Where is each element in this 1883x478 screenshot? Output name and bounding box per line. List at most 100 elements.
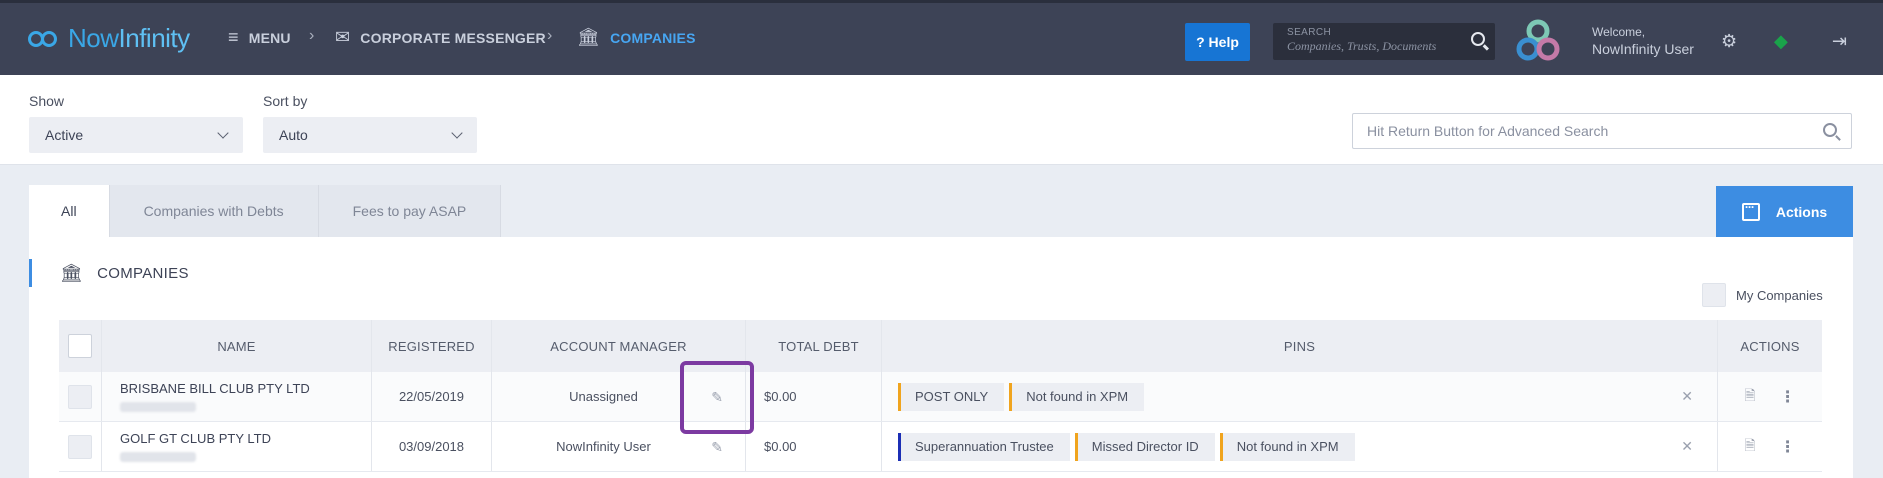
companies-table: NAME REGISTERED ACCOUNT MANAGER TOTAL DE… bbox=[59, 320, 1822, 472]
pin-badge[interactable]: Not found in XPM bbox=[1009, 382, 1145, 411]
select-all-cell bbox=[59, 320, 102, 372]
breadcrumb-companies[interactable]: 🏛 COMPANIES bbox=[577, 27, 696, 48]
table-row[interactable]: GOLF GT CLUB PTY LTD 03/09/2018 NowInfin… bbox=[59, 422, 1822, 472]
pins-cell: POST ONLY Not found in XPM ✕ bbox=[882, 372, 1718, 421]
advanced-search-placeholder: Hit Return Button for Advanced Search bbox=[1367, 123, 1609, 139]
pin-badge[interactable]: Missed Director ID bbox=[1074, 432, 1215, 461]
unpin-icon[interactable]: ✕ bbox=[1681, 438, 1693, 455]
user-settings-icon[interactable]: ⚙ bbox=[1721, 31, 1737, 52]
nowinfinity-logo[interactable]: NowInfinity bbox=[28, 23, 190, 54]
breadcrumb-chevron-icon: › bbox=[547, 27, 553, 44]
tab-fees-to-pay-asap[interactable]: Fees to pay ASAP bbox=[318, 185, 502, 237]
registered-date: 03/09/2018 bbox=[372, 422, 492, 471]
redacted-subtext bbox=[120, 402, 196, 412]
sort-select[interactable]: Auto bbox=[263, 117, 477, 153]
sort-value: Auto bbox=[279, 127, 308, 143]
tab-companies-with-debts[interactable]: Companies with Debts bbox=[109, 185, 319, 237]
my-companies-label: My Companies bbox=[1736, 287, 1823, 303]
pin-badge[interactable]: POST ONLY bbox=[898, 382, 1005, 411]
hamburger-icon: ≡ bbox=[228, 27, 239, 47]
search-placeholder: Companies, Trusts, Documents bbox=[1287, 39, 1437, 53]
table-header: NAME REGISTERED ACCOUNT MANAGER TOTAL DE… bbox=[59, 320, 1822, 372]
actions-button[interactable]: Actions bbox=[1716, 186, 1853, 237]
more-icon bbox=[1741, 200, 1760, 221]
chevron-down-icon bbox=[451, 127, 463, 139]
global-search-input[interactable]: SEARCH Companies, Trusts, Documents bbox=[1273, 23, 1495, 60]
show-label: Show bbox=[29, 93, 65, 109]
column-header-registered[interactable]: REGISTERED bbox=[372, 320, 492, 372]
registered-date: 22/05/2019 bbox=[372, 372, 492, 421]
breadcrumb-corporate-messenger[interactable]: ✉ CORPORATE MESSENGER bbox=[335, 27, 546, 48]
search-icon[interactable] bbox=[1471, 32, 1485, 46]
sort-label: Sort by bbox=[263, 93, 308, 109]
highlight-box bbox=[680, 361, 754, 434]
redacted-subtext bbox=[120, 452, 196, 462]
tab-all[interactable]: All bbox=[29, 185, 110, 237]
show-select[interactable]: Active bbox=[29, 117, 243, 153]
column-header-name[interactable]: NAME bbox=[102, 320, 372, 372]
row-select-cell bbox=[59, 422, 102, 471]
view-document-icon[interactable]: 🗎 bbox=[1744, 385, 1755, 409]
total-debt-cell: $0.00 bbox=[746, 372, 882, 421]
advanced-search-input[interactable]: Hit Return Button for Advanced Search bbox=[1352, 113, 1852, 149]
pins-cell: Superannuation Trustee Missed Director I… bbox=[882, 422, 1718, 471]
bank-icon: 🏛 bbox=[577, 27, 601, 47]
breadcrumb-label: COMPANIES bbox=[610, 29, 696, 46]
sort-filter: Sort by Auto bbox=[263, 93, 477, 153]
row-actions-cell: 🗎 ⋮ bbox=[1718, 372, 1822, 421]
tab-bar: All Companies with Debts Fees to pay ASA… bbox=[29, 185, 502, 237]
panel-title-text: COMPANIES bbox=[97, 264, 189, 282]
company-name-cell: GOLF GT CLUB PTY LTD bbox=[102, 422, 372, 471]
column-header-actions: ACTIONS bbox=[1740, 338, 1800, 354]
filter-bar: Show Active Sort by Auto Hit Return Butt… bbox=[0, 75, 1883, 165]
unpin-icon[interactable]: ✕ bbox=[1681, 388, 1693, 405]
show-value: Active bbox=[45, 127, 84, 143]
account-manager-value: Unassigned bbox=[569, 389, 638, 404]
company-name-cell: BRISBANE BILL CLUB PTY LTD bbox=[102, 372, 372, 421]
help-button[interactable]: ? Help bbox=[1185, 23, 1250, 61]
row-select-cell bbox=[59, 372, 102, 421]
logout-icon[interactable]: ⇥ bbox=[1832, 31, 1847, 52]
edit-pencil-icon[interactable]: ✎ bbox=[711, 439, 723, 456]
bank-icon: 🏛 bbox=[60, 262, 84, 283]
row-checkbox[interactable] bbox=[68, 384, 92, 409]
chevron-down-icon bbox=[217, 127, 229, 139]
welcome-block: Welcome, NowInfinity User bbox=[1592, 25, 1694, 57]
search-icon[interactable] bbox=[1823, 123, 1837, 137]
search-label: SEARCH bbox=[1287, 27, 1332, 38]
select-all-checkbox[interactable] bbox=[68, 334, 92, 358]
actions-label: Actions bbox=[1775, 203, 1828, 220]
panel-title: 🏛 COMPANIES bbox=[29, 259, 189, 287]
pin-badge[interactable]: Superannuation Trustee bbox=[898, 432, 1070, 461]
account-manager-value: NowInfinity User bbox=[556, 439, 651, 454]
logo-text: NowInfinity bbox=[68, 23, 190, 53]
welcome-text: Welcome, bbox=[1592, 25, 1646, 39]
status-diamond-icon[interactable]: ◆ bbox=[1774, 31, 1788, 52]
column-header-total-debt[interactable]: TOTAL DEBT bbox=[746, 320, 882, 372]
company-name-link[interactable]: GOLF GT CLUB PTY LTD bbox=[120, 431, 271, 446]
breadcrumb-label: CORPORATE MESSENGER bbox=[360, 29, 546, 46]
row-actions-cell: 🗎 ⋮ bbox=[1718, 422, 1822, 471]
menu-label: MENU bbox=[248, 29, 291, 46]
my-companies-toggle[interactable]: My Companies bbox=[1702, 283, 1823, 307]
breadcrumb-chevron-icon: › bbox=[309, 27, 315, 44]
total-debt-cell: $0.00 bbox=[746, 422, 882, 471]
companies-panel: 🏛 COMPANIES My Companies NAME REGISTERED… bbox=[29, 237, 1853, 478]
row-checkbox[interactable] bbox=[68, 434, 92, 459]
envelope-icon: ✉ bbox=[335, 27, 351, 47]
menu-button[interactable]: ≡ MENU bbox=[228, 27, 291, 48]
my-companies-checkbox[interactable] bbox=[1702, 283, 1726, 307]
view-document-icon[interactable]: 🗎 bbox=[1744, 435, 1755, 459]
logo-icon bbox=[28, 25, 62, 53]
pin-badge[interactable]: Not found in XPM bbox=[1219, 432, 1355, 461]
user-name: NowInfinity User bbox=[1592, 41, 1694, 57]
kebab-menu-icon[interactable]: ⋮ bbox=[1780, 437, 1796, 457]
show-filter: Show Active bbox=[29, 93, 243, 153]
kebab-menu-icon[interactable]: ⋮ bbox=[1780, 387, 1796, 407]
column-header-pins: PINS bbox=[882, 320, 1718, 372]
company-name-link[interactable]: BRISBANE BILL CLUB PTY LTD bbox=[120, 381, 310, 396]
avatar[interactable] bbox=[1514, 19, 1562, 63]
table-row[interactable]: BRISBANE BILL CLUB PTY LTD 22/05/2019 Un… bbox=[59, 372, 1822, 422]
top-navbar: NowInfinity ≡ MENU › ✉ CORPORATE MESSENG… bbox=[0, 0, 1883, 75]
total-debt-value: $0.00 bbox=[764, 439, 797, 454]
